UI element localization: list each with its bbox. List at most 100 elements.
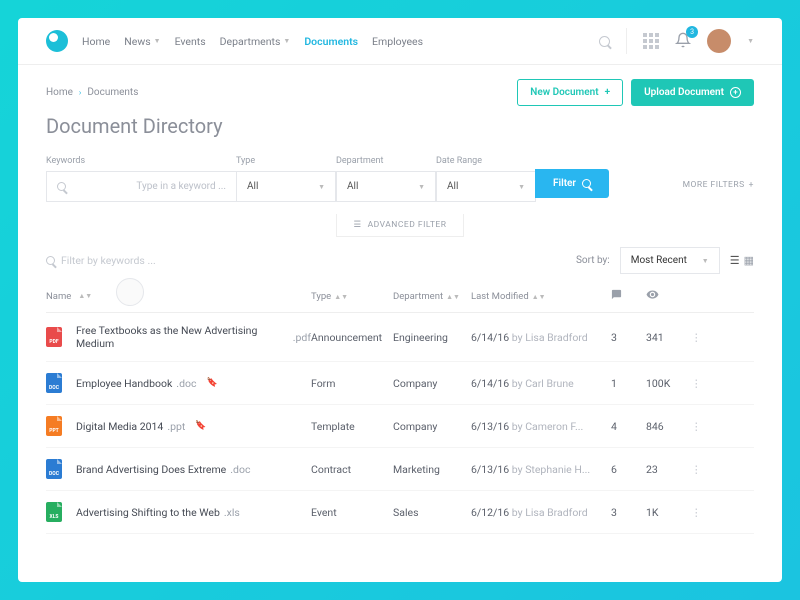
content: Home › Documents New Document+ Upload Do… — [18, 65, 782, 582]
file-name: Brand Advertising Does Extreme — [76, 463, 226, 476]
breadcrumb: Home › Documents — [46, 87, 138, 98]
grid-view-icon[interactable]: ▦ — [744, 254, 754, 267]
col-modified[interactable]: Last Modified▲▼ — [471, 291, 611, 302]
table-row[interactable]: DOCEmployee Handbook.doc🔖FormCompany6/14… — [46, 362, 754, 405]
nav-news-label: News — [124, 35, 150, 48]
view-toggle: ☰ ▦ — [730, 254, 754, 267]
row-actions-icon[interactable]: ⋮ — [691, 463, 706, 476]
col-dept[interactable]: Department▲▼ — [393, 291, 471, 302]
sort-icon: ▲▼ — [334, 293, 348, 301]
col-name[interactable]: Name ▲▼ — [46, 291, 311, 302]
list-view-icon[interactable]: ☰ — [730, 254, 740, 267]
file-ext: .ppt — [167, 420, 185, 433]
sort-label: Sort by: — [576, 255, 610, 266]
search-icon — [46, 256, 55, 265]
col-dept-label: Department — [393, 291, 443, 302]
filter-type: Type All▼ — [236, 156, 336, 202]
file-doc-icon: DOC — [46, 459, 62, 479]
plus-icon: + — [605, 87, 611, 98]
filter-button-label: Filter — [553, 178, 576, 189]
col-name-label: Name — [46, 291, 71, 302]
filter-button[interactable]: Filter — [535, 169, 609, 198]
cell-name: PPTDigital Media 2014.ppt🔖 — [46, 416, 311, 436]
divider — [626, 28, 627, 54]
col-comments[interactable] — [611, 289, 646, 303]
file-doc-icon: DOC — [46, 373, 62, 393]
type-select[interactable]: All▼ — [236, 171, 336, 202]
hamburger-icon: ☰ — [353, 220, 361, 230]
cell-modified: 6/13/16 by Cameron F... — [471, 420, 611, 433]
sort-value: Most Recent — [631, 255, 687, 266]
apps-grid-icon[interactable] — [643, 33, 659, 49]
chevron-down-icon: ▼ — [518, 183, 525, 191]
new-document-button[interactable]: New Document+ — [517, 79, 623, 106]
file-name: Employee Handbook — [76, 377, 172, 390]
cell-modified: 6/12/16 by Lisa Bradford — [471, 506, 611, 519]
topbar-right: 3 ▼ — [599, 28, 754, 54]
cell-dept: Engineering — [393, 331, 471, 344]
col-type[interactable]: Type▲▼ — [311, 291, 393, 302]
file-pdf-icon: PDF — [46, 327, 62, 347]
sort-select[interactable]: Most Recent ▼ — [620, 247, 720, 274]
filter-label: Type — [236, 156, 336, 166]
eye-icon — [646, 288, 659, 301]
row-actions-icon[interactable]: ⋮ — [691, 420, 706, 433]
sort-icon: ▲▼ — [78, 292, 92, 300]
table-row[interactable]: PPTDigital Media 2014.ppt🔖TemplateCompan… — [46, 405, 754, 448]
row-actions-icon[interactable]: ⋮ — [691, 331, 706, 344]
table-row[interactable]: XLSAdvertising Shifting to the Web.xlsEv… — [46, 491, 754, 534]
chevron-down-icon[interactable]: ▼ — [747, 37, 754, 45]
nav-departments[interactable]: Departments▼ — [220, 35, 291, 48]
dept-select[interactable]: All ▼ — [336, 171, 436, 202]
cell-modified: 6/13/16 by Stephanie H... — [471, 463, 611, 476]
chevron-down-icon: ▼ — [418, 183, 425, 191]
more-filters-link[interactable]: MORE FILTERS+ — [683, 180, 754, 202]
header-row: Home › Documents New Document+ Upload Do… — [46, 79, 754, 106]
avatar[interactable] — [707, 29, 731, 53]
cell-comments: 6 — [611, 463, 646, 476]
notifications-icon[interactable]: 3 — [675, 32, 691, 51]
filter-placeholder: Filter by keywords ... — [61, 254, 156, 267]
page-actions: New Document+ Upload Document+ — [517, 79, 754, 106]
file-name: Free Textbooks as the New Advertising Me… — [76, 324, 289, 350]
keywords-placeholder: Type in a keyword ... — [136, 181, 226, 192]
nav-home[interactable]: Home — [82, 35, 110, 48]
advanced-filter-button[interactable]: ☰ADVANCED FILTER — [336, 214, 463, 237]
range-select[interactable]: All▼ — [436, 171, 536, 202]
nav-documents[interactable]: Documents — [304, 35, 358, 48]
dept-value: All — [347, 181, 358, 192]
main-nav: Home News ▼ Events Departments▼ Documents… — [82, 35, 423, 48]
search-icon — [582, 179, 591, 188]
cell-type: Template — [311, 420, 393, 433]
col-type-label: Type — [311, 291, 331, 302]
breadcrumb-home[interactable]: Home — [46, 87, 73, 98]
keywords-input[interactable]: Type in a keyword ... — [46, 171, 236, 202]
topbar: Home News ▼ Events Departments▼ Documents… — [18, 18, 782, 65]
table-row[interactable]: PDF Free Textbooks as the New Advertising… — [46, 313, 754, 362]
cell-type: Contract — [311, 463, 393, 476]
table-row[interactable]: DOC Brand Advertising Does Extreme .doc Con… — [46, 448, 754, 491]
cell-name: PDF Free Textbooks as the New Advertising… — [46, 324, 311, 350]
search-icon[interactable] — [599, 36, 610, 47]
file-ext: .doc — [230, 463, 250, 476]
nav-events[interactable]: Events — [175, 35, 206, 48]
row-actions-icon[interactable]: ⋮ — [691, 506, 706, 519]
chevron-down-icon: ▼ — [702, 257, 709, 265]
upload-document-button[interactable]: Upload Document+ — [631, 79, 754, 106]
cell-comments: 3 — [611, 331, 646, 344]
nav-news[interactable]: News ▼ — [124, 35, 160, 48]
row-actions-icon[interactable]: ⋮ — [691, 377, 706, 390]
chevron-down-icon: ▼ — [154, 37, 161, 45]
col-views[interactable] — [646, 288, 691, 304]
plus-circle-icon: + — [730, 87, 741, 98]
nav-employees[interactable]: Employees — [372, 35, 423, 48]
file-name: Digital Media 2014 — [76, 420, 163, 433]
filter-dept: Department All▼ — [336, 156, 436, 202]
logo[interactable] — [46, 30, 68, 52]
filter-keywords-input[interactable]: Filter by keywords ... — [46, 254, 566, 267]
chevron-right-icon: › — [79, 88, 81, 97]
ghost-circle — [116, 278, 144, 306]
file-ext: .xls — [224, 506, 240, 519]
filter-range: Date Range All▼ — [436, 156, 536, 202]
table-header: Name▲▼ Type▲▼ Department▲▼ Last Modified… — [46, 288, 754, 313]
